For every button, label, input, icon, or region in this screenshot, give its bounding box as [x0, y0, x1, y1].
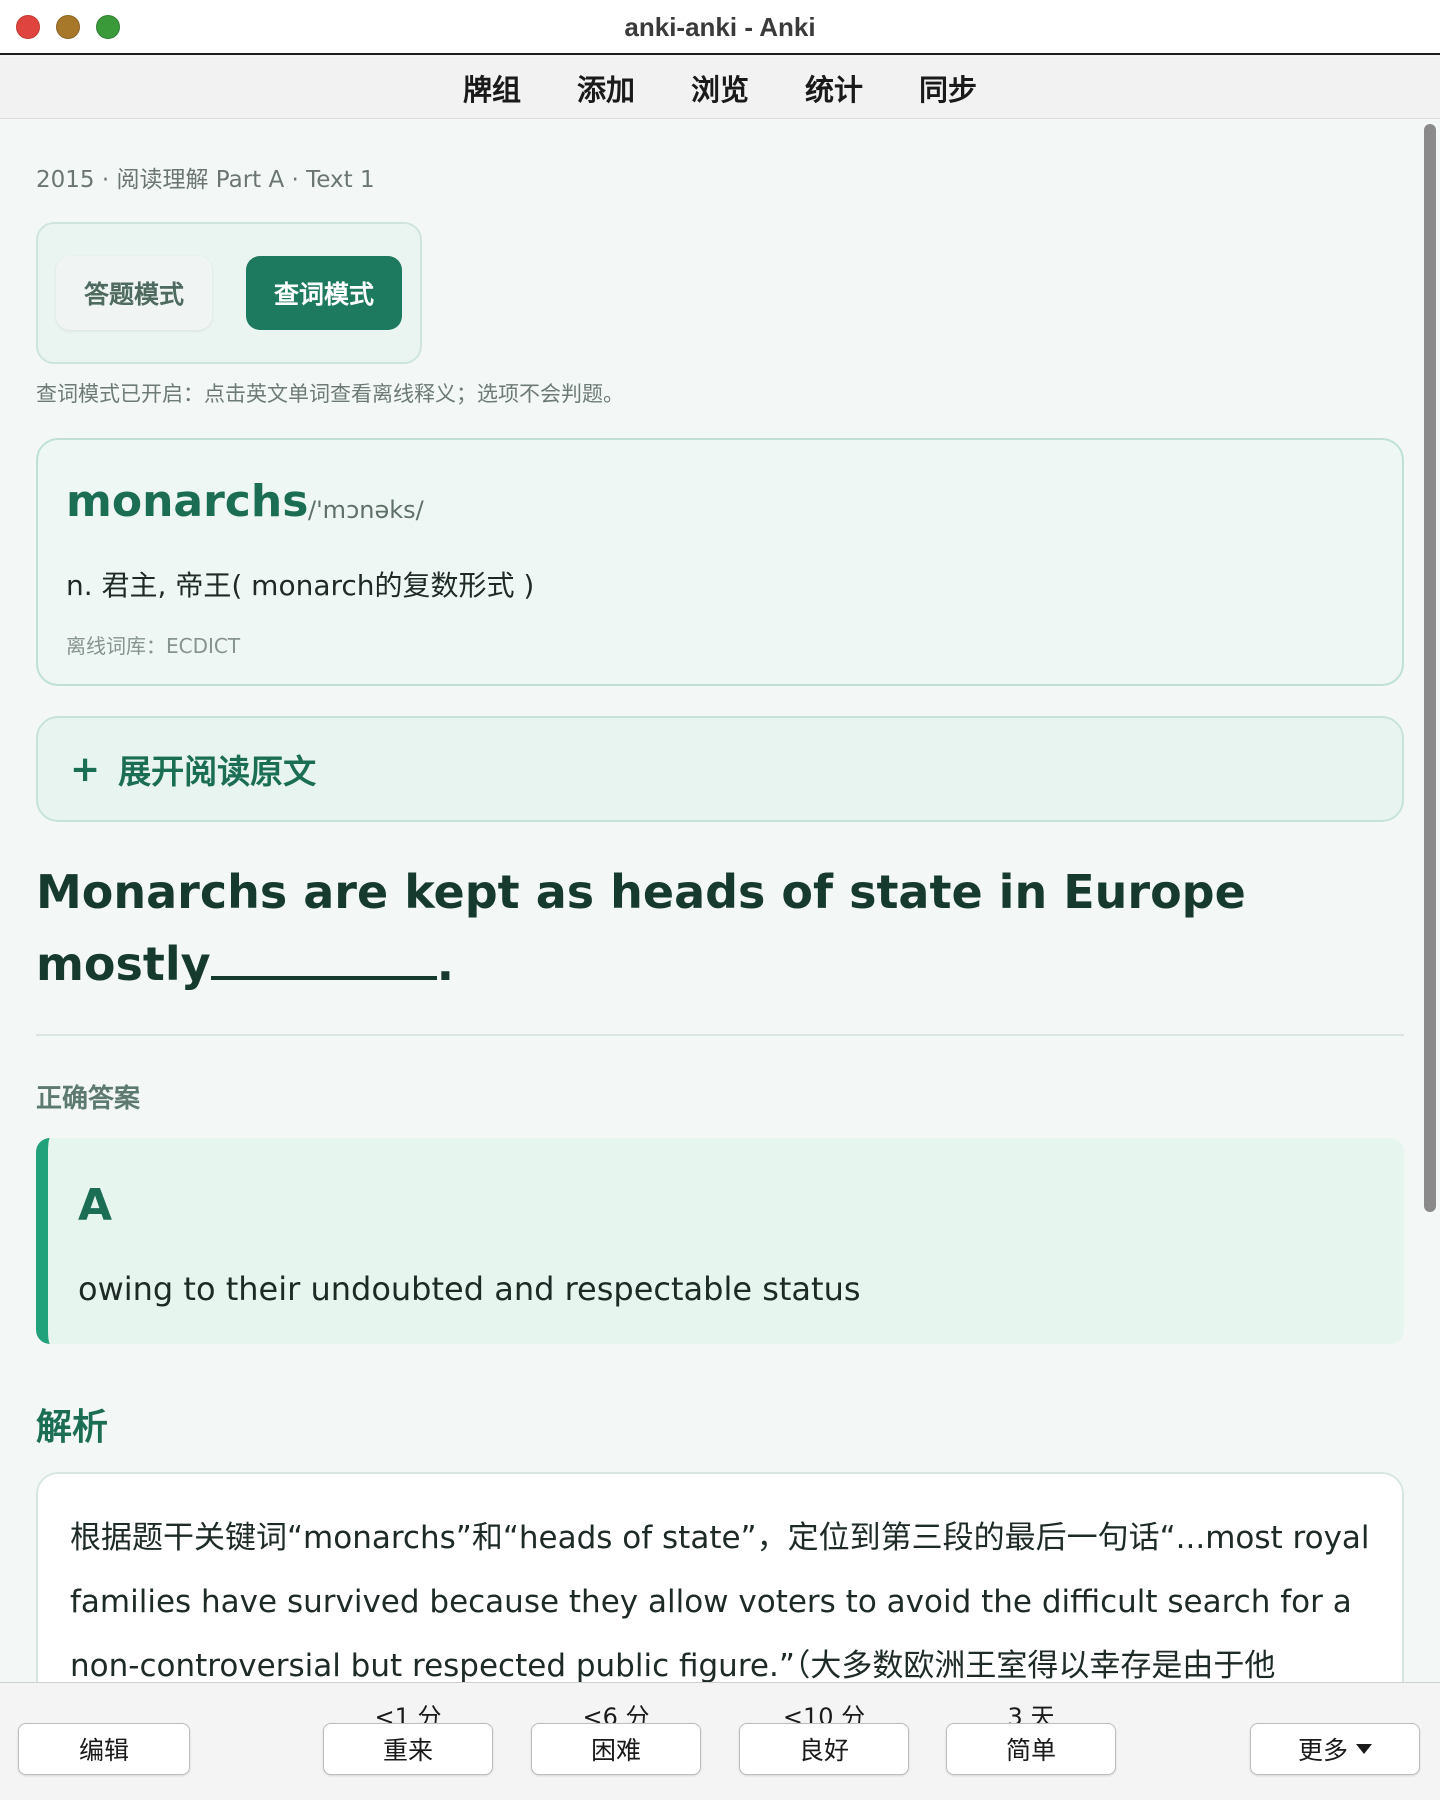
content-scrollbar[interactable]	[1424, 124, 1436, 1212]
title-bar: anki-anki - Anki	[0, 0, 1440, 55]
lookup-mode-button[interactable]: 查词模式	[246, 256, 402, 330]
main-toolbar: 牌组 添加 浏览 统计 同步	[0, 57, 1440, 119]
easy-button[interactable]: 简单	[946, 1723, 1116, 1775]
analysis-title: 解析	[36, 1407, 109, 1448]
question-line-1: Monarchs are kept as heads of state in E…	[36, 865, 1246, 919]
dictionary-phonetic: /'mɔnəks/	[308, 496, 424, 524]
toolbar-sync[interactable]: 同步	[891, 67, 1005, 109]
mode-hint: 查词模式已开启：点击英文单词查看离线释义；选项不会判题。	[36, 382, 624, 406]
answer-mode-button[interactable]: 答题模式	[56, 256, 212, 330]
analysis-card: 根据题干关键词“monarchs”和“heads of state”，定位到第三…	[36, 1472, 1404, 1682]
again-button[interactable]: 重来	[323, 1723, 493, 1775]
more-button[interactable]: 更多	[1250, 1723, 1420, 1775]
question-line-2: mostly.	[36, 928, 1404, 1000]
card-content: 2015 · 阅读理解 Part A · Text 1 答题模式 查词模式 查词…	[0, 120, 1424, 1682]
question-line-2-prefix: mostly	[36, 937, 211, 991]
answer-text: owing to their undoubted and respectable…	[78, 1270, 861, 1308]
breadcrumb: 2015 · 阅读理解 Part A · Text 1	[36, 167, 375, 193]
hard-button[interactable]: 困难	[531, 1723, 701, 1775]
toolbar-browse[interactable]: 浏览	[663, 67, 777, 109]
expand-passage-label: 展开阅读原文	[118, 752, 317, 791]
dictionary-source: 离线词库：ECDICT	[66, 634, 241, 658]
analysis-text: 根据题干关键词“monarchs”和“heads of state”，定位到第三…	[70, 1520, 1370, 1682]
dictionary-word: monarchs	[66, 476, 309, 527]
toolbar-add[interactable]: 添加	[549, 67, 663, 109]
correct-answer-card: A owing to their undoubted and respectab…	[36, 1138, 1404, 1344]
window-title: anki-anki - Anki	[624, 12, 816, 42]
toolbar-stats[interactable]: 统计	[777, 67, 891, 109]
divider	[36, 1034, 1404, 1036]
expand-passage-button[interactable]: + 展开阅读原文	[36, 716, 1404, 822]
correct-answer-label: 正确答案	[36, 1084, 141, 1114]
dictionary-card: monarchs /'mɔnəks/ n. 君主, 帝王( monarch的复数…	[36, 438, 1404, 686]
more-label: 更多	[1297, 1736, 1348, 1765]
mode-switch: 答题模式 查词模式	[36, 222, 422, 364]
edit-button[interactable]: 编辑	[18, 1723, 190, 1775]
toolbar-decks[interactable]: 牌组	[435, 67, 549, 109]
question-line-2-suffix: .	[436, 937, 455, 991]
anki-window: anki-anki - Anki 牌组 添加 浏览 统计 同步 2015 · 阅…	[0, 0, 1440, 1800]
dictionary-definition: n. 君主, 帝王( monarch的复数形式 )	[66, 569, 535, 602]
plus-icon: +	[70, 748, 101, 790]
question-blank	[210, 940, 437, 980]
review-bottom-bar: 编辑 <1 分 重来 <6 分 困难 <10 分 良好 3 天 简单 更多	[0, 1682, 1440, 1800]
answer-letter: A	[78, 1180, 113, 1231]
question-text: Monarchs are kept as heads of state in E…	[36, 856, 1404, 1000]
good-button[interactable]: 良好	[739, 1723, 909, 1775]
caret-down-icon	[1356, 1744, 1372, 1754]
